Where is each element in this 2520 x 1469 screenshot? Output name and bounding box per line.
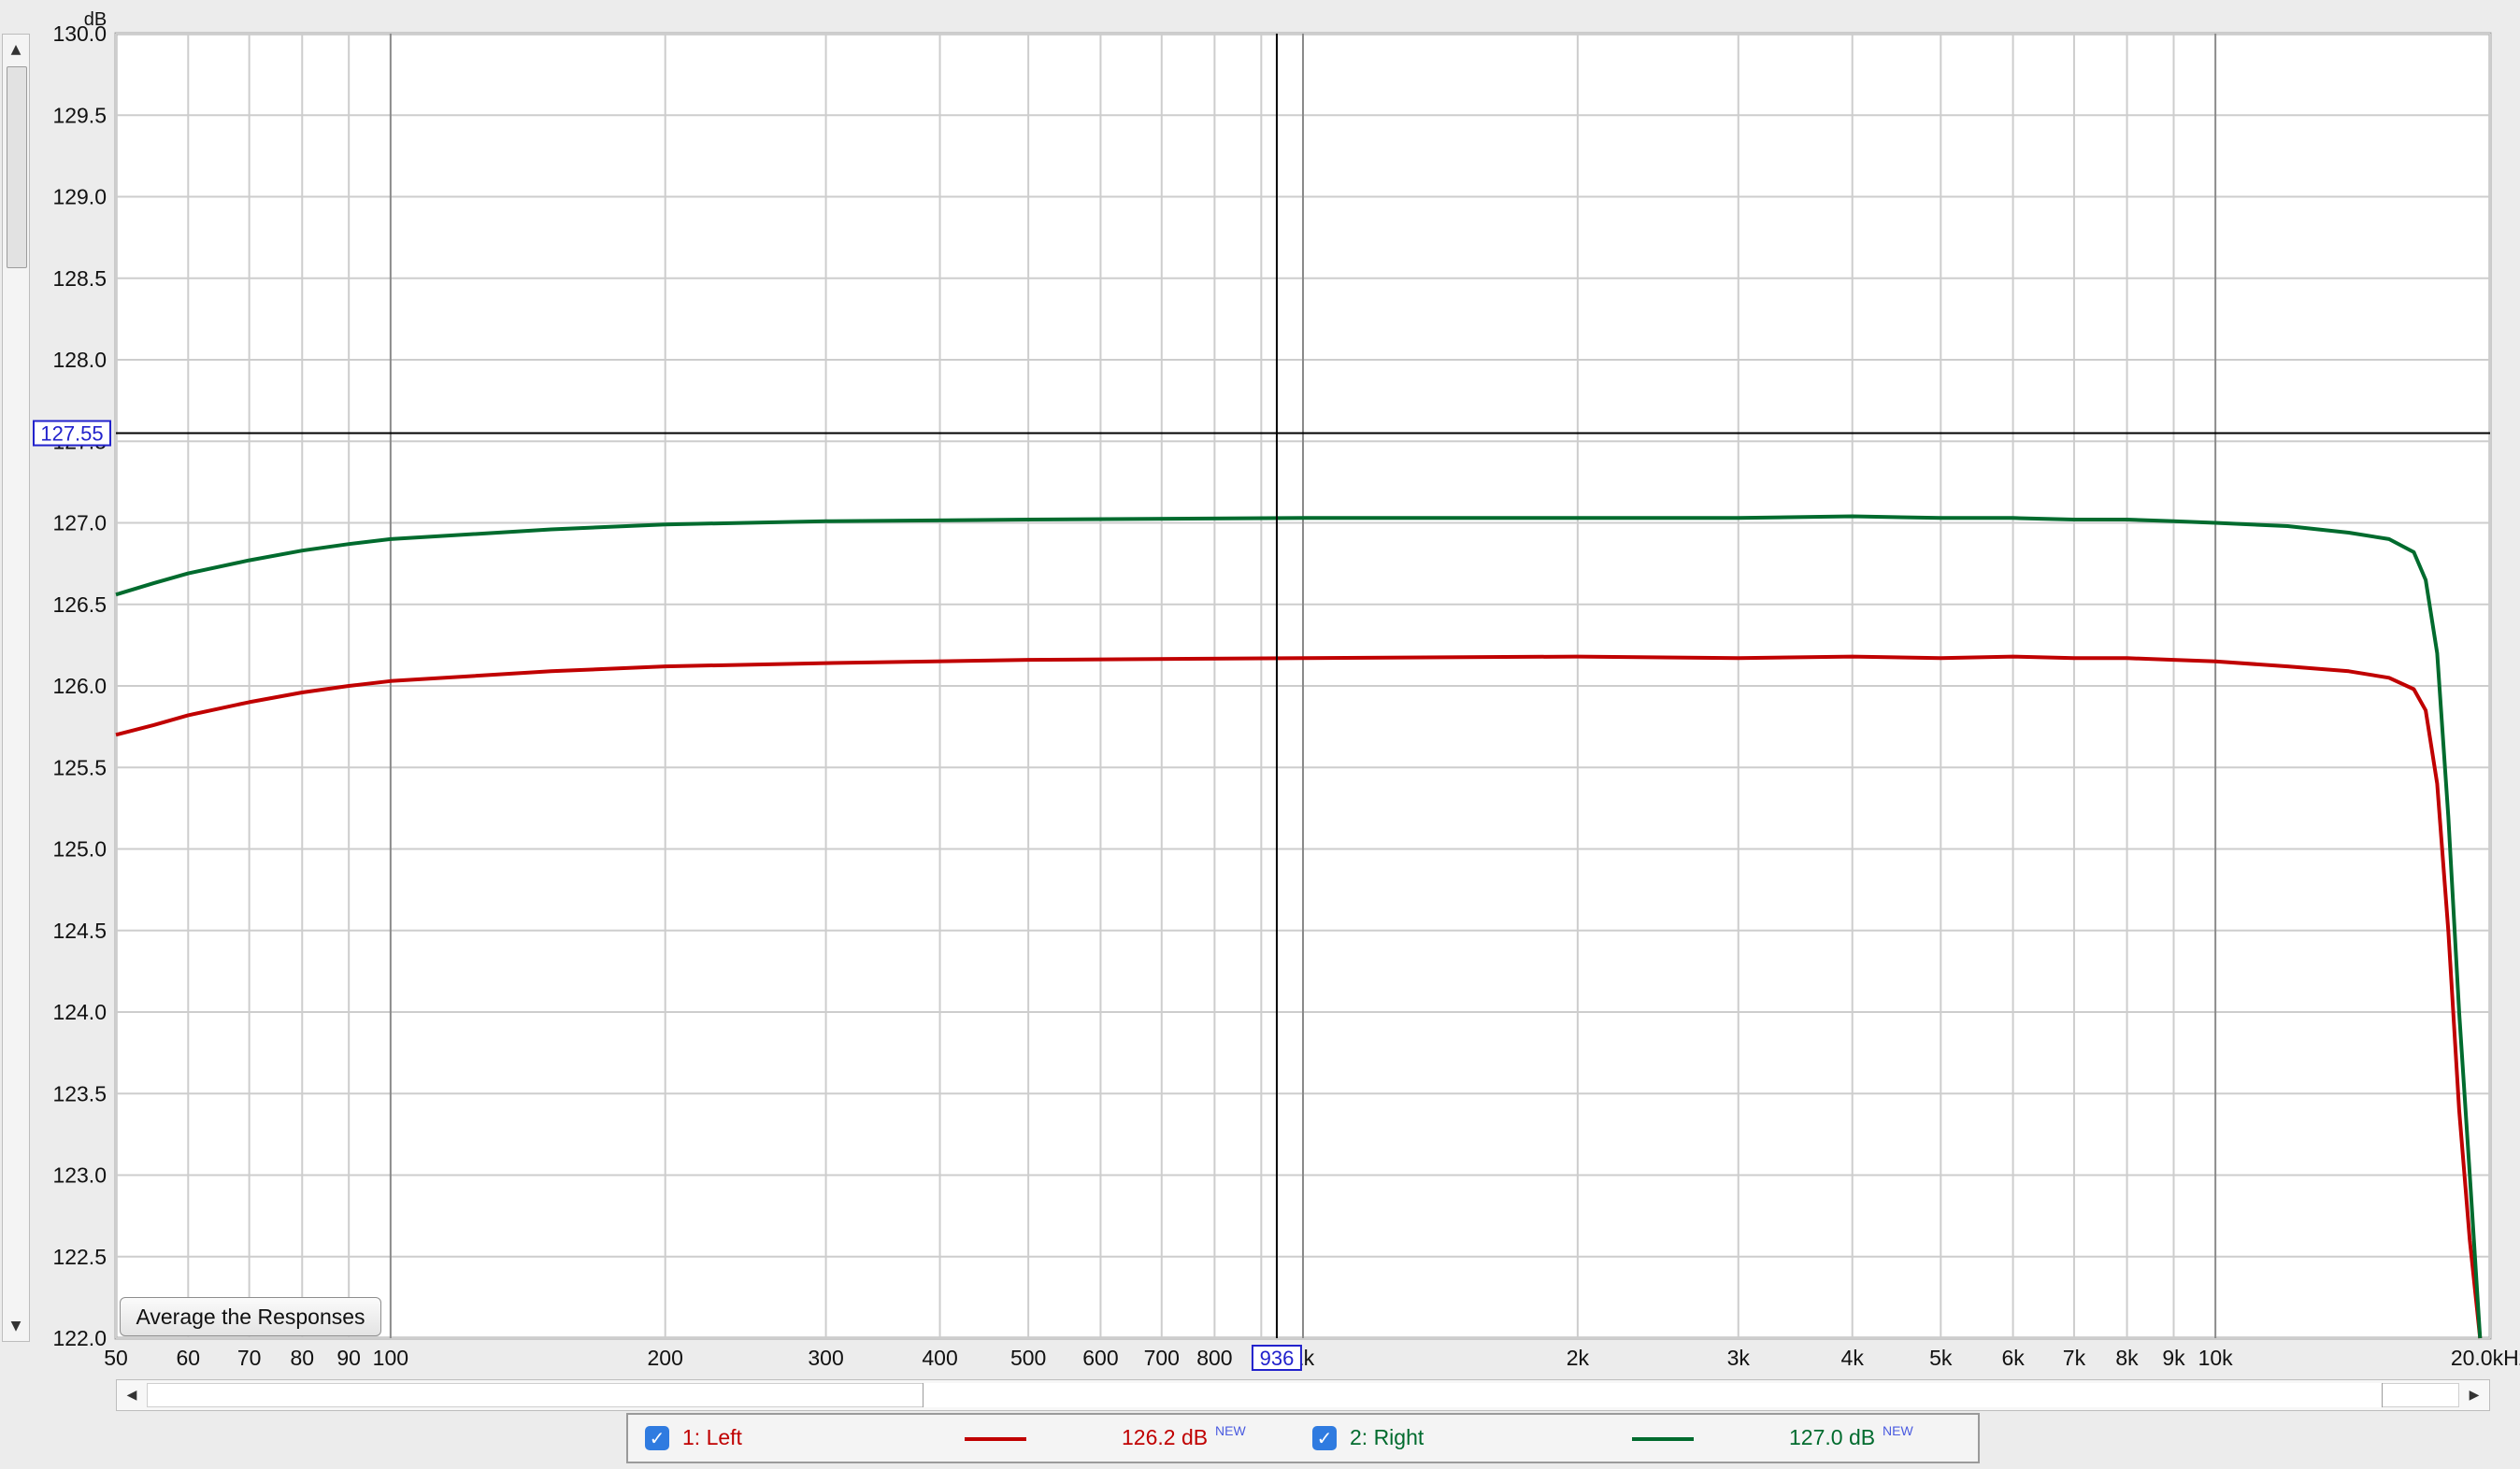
x-tick-label: 600 — [1082, 1346, 1118, 1370]
y-tick-label: 125.0 — [52, 837, 107, 862]
x-tick-label: 700 — [1144, 1346, 1180, 1370]
cursor-y-readout: 127.55 — [40, 422, 103, 446]
y-tick-label: 128.0 — [52, 348, 107, 372]
vertical-scroll-thumb[interactable] — [7, 66, 27, 268]
legend-swatch-right — [1632, 1437, 1694, 1441]
horizontal-scroll-thumb[interactable] — [923, 1383, 2383, 1407]
legend-panel: ✓ 1: Left 126.2 dB NEW ✓ 2: Right 127.0 … — [626, 1413, 1980, 1463]
x-tick-label: 200 — [648, 1346, 683, 1370]
legend-value-left: 126.2 dB — [1122, 1425, 1209, 1449]
y-tick-label: 124.5 — [52, 919, 107, 943]
average-responses-button[interactable]: Average the Responses — [120, 1297, 381, 1336]
x-tick-label: 4k — [1841, 1346, 1865, 1370]
x-tick-label: 100 — [373, 1346, 408, 1370]
x-tick-label: 6k — [2001, 1346, 2025, 1370]
y-tick-label: 129.0 — [52, 185, 107, 209]
y-tick-label: 125.5 — [52, 755, 107, 779]
x-tick-label: 20.0kHz — [2451, 1346, 2520, 1370]
legend-label-right: 2: Right — [1350, 1425, 1425, 1449]
x-tick-label: 80 — [290, 1346, 314, 1370]
legend-swatch-left — [965, 1437, 1026, 1441]
x-tick-label: 5k — [1929, 1346, 1953, 1370]
scroll-up-arrow-icon[interactable]: ▲ — [3, 36, 29, 63]
scroll-down-arrow-icon[interactable]: ▼ — [3, 1313, 29, 1339]
x-tick-label: 500 — [1010, 1346, 1046, 1370]
legend-new-tag-left: NEW — [1215, 1423, 1246, 1438]
scroll-left-arrow-icon[interactable]: ◀ — [119, 1380, 145, 1410]
y-tick-label: 123.5 — [52, 1081, 107, 1105]
x-tick-label: 2k — [1567, 1346, 1590, 1370]
right-checkbox[interactable]: ✓ — [1312, 1426, 1337, 1450]
x-tick-label: 60 — [176, 1346, 200, 1370]
x-tick-label: 10k — [2198, 1346, 2234, 1370]
y-tick-label: 122.0 — [52, 1326, 107, 1350]
legend-label-left: 1: Left — [682, 1425, 742, 1449]
y-tick-label: 129.5 — [52, 103, 107, 127]
x-tick-label: 800 — [1196, 1346, 1232, 1370]
x-tick-label: 70 — [237, 1346, 262, 1370]
y-tick-label: 126.0 — [52, 674, 107, 698]
y-tick-label: 123.0 — [52, 1163, 107, 1188]
legend-new-tag-right: NEW — [1883, 1423, 1913, 1438]
vertical-scrollbar[interactable]: ▲ ▼ — [2, 34, 30, 1342]
scroll-right-arrow-icon[interactable]: ▶ — [2461, 1380, 2487, 1410]
x-tick-label: 3k — [1727, 1346, 1751, 1370]
legend-value-right: 127.0 dB — [1789, 1425, 1876, 1449]
frequency-response-chart: 130.0129.5129.0128.5128.0127.5127.0126.5… — [33, 9, 2520, 1371]
y-tick-label: 127.0 — [52, 511, 107, 535]
x-tick-label: 9k — [2162, 1346, 2185, 1370]
y-tick-label: 126.5 — [52, 592, 107, 617]
x-tick-label: 8k — [2115, 1346, 2139, 1370]
x-tick-label: 400 — [922, 1346, 957, 1370]
x-tick-label: 90 — [336, 1346, 361, 1370]
x-tick-label: 300 — [808, 1346, 843, 1370]
y-tick-label: 124.0 — [52, 1000, 107, 1024]
left-checkbox[interactable]: ✓ — [645, 1426, 669, 1450]
cursor-x-readout: 936 — [1260, 1347, 1295, 1370]
x-tick-label: 7k — [2063, 1346, 2086, 1370]
y-axis-unit-label: dB — [84, 9, 107, 30]
x-tick-label: 50 — [104, 1346, 128, 1370]
y-tick-label: 122.5 — [52, 1245, 107, 1269]
y-tick-label: 128.5 — [52, 266, 107, 291]
horizontal-scrollbar[interactable]: ◀ ▶ — [116, 1379, 2490, 1411]
